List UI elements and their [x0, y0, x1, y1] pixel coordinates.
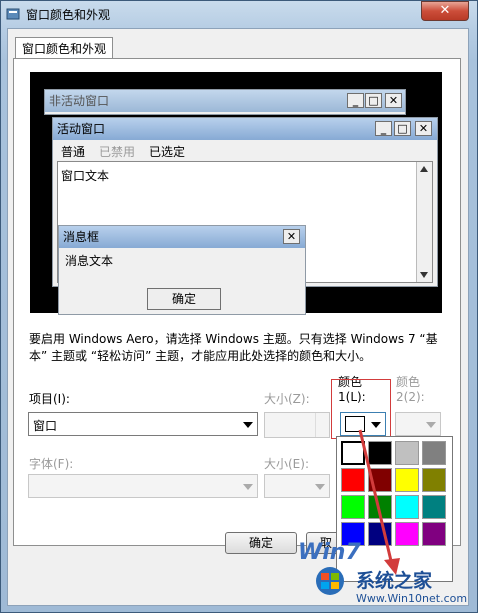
menu-disabled: 已禁用: [99, 145, 136, 159]
scroll-down-icon: [420, 272, 428, 278]
item-select[interactable]: 窗口: [28, 412, 258, 436]
msgbox-text: 消息文本: [65, 254, 114, 268]
color-swatch[interactable]: [422, 495, 446, 519]
watermark-url: Www.Win10net.com: [356, 592, 468, 605]
inactive-close-icon: ✕: [385, 93, 402, 108]
info-text-line1: 要启用 Windows Aero，请选择 Windows 主题。只有选择 Win…: [29, 332, 438, 346]
inactive-maximize-icon: □: [365, 93, 382, 108]
watermark: Win7 系统之家 Www.Win10net.com: [298, 520, 478, 613]
color-swatch[interactable]: [422, 468, 446, 492]
watermark-site-cn: 系统之家: [356, 570, 433, 592]
active-maximize-icon: □: [394, 121, 411, 136]
color2-dropdown-icon: [426, 422, 436, 428]
scroll-up-icon: [420, 166, 428, 172]
font-label: 字体(F):: [29, 457, 74, 471]
info-text-line2: 本” 主题或 “轻松访问” 主题，才能应用此处选择的颜色和大小。: [29, 349, 372, 363]
window-title: 窗口颜色和外观: [26, 8, 111, 22]
close-button[interactable]: ✕: [421, 1, 469, 21]
msgbox-title: 消息框: [59, 226, 305, 248]
font-select: [28, 474, 258, 498]
menu-selected: 已选定: [149, 145, 186, 159]
msgbox-ok-button: 确定: [147, 288, 221, 310]
item-dropdown-icon: [243, 422, 253, 428]
item-value: 窗口: [33, 419, 58, 433]
windows-logo-icon: [316, 567, 344, 595]
active-close-icon: ✕: [415, 121, 432, 136]
palette-icon: [6, 8, 20, 20]
tab-window-color[interactable]: 窗口颜色和外观: [15, 37, 113, 60]
message-box: 消息框 ✕ 消息文本 确定: [58, 225, 306, 315]
watermark-brand: Win7: [298, 540, 361, 565]
active-minimize-icon: _: [375, 121, 392, 136]
font-dropdown-icon: [243, 484, 253, 490]
msgbox-close-icon: ✕: [283, 229, 300, 244]
ok-button[interactable]: 确定: [225, 532, 297, 554]
inactive-minimize-icon: _: [347, 93, 364, 108]
menu-normal: 普通: [61, 145, 86, 159]
item-label: 项目(I):: [29, 392, 70, 406]
scrollbar: [416, 162, 432, 282]
title-bar[interactable]: 窗口颜色和外观 ✕: [0, 0, 476, 28]
inactive-window: 非活动窗口 _ □ ✕: [44, 89, 406, 115]
color-swatch[interactable]: [422, 441, 446, 465]
window-text: 窗口文本: [61, 169, 110, 183]
